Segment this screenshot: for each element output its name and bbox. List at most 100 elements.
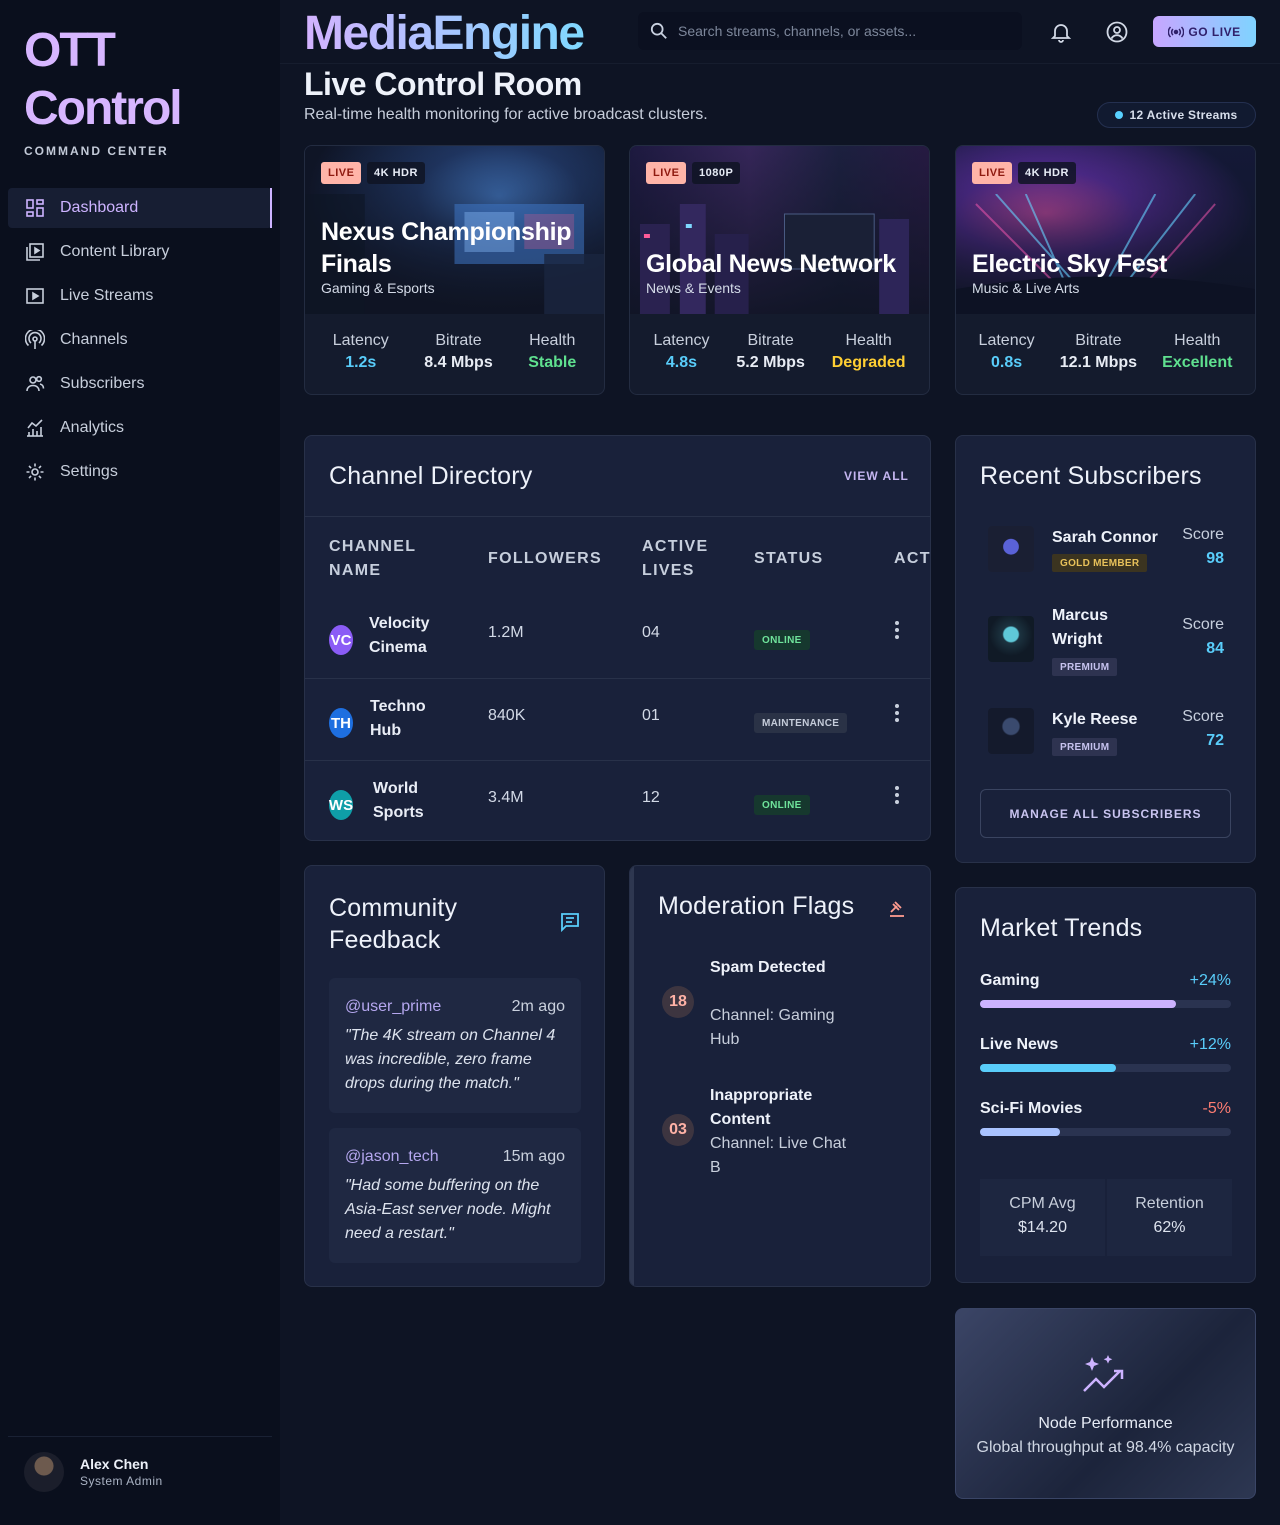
- subscriber-item[interactable]: Marcus Wright PREMIUM Score 84: [980, 604, 1232, 684]
- kpi-cpm: CPM Avg $14.20: [980, 1179, 1105, 1256]
- stream-card[interactable]: LIVE 1080P Global News Network News & Ev…: [629, 145, 930, 395]
- panel-title: Recent Subscribers: [980, 462, 1202, 490]
- health-metric: Health Excellent: [1162, 332, 1232, 372]
- bitrate-value: 5.2 Mbps: [736, 354, 805, 371]
- page-title: Live Control Room: [304, 66, 582, 102]
- sidebar-item-label: Live Streams: [60, 287, 154, 304]
- account-icon[interactable]: [1105, 20, 1129, 44]
- column-header[interactable]: FOLLOWERS: [488, 547, 602, 571]
- user-profile[interactable]: Alex Chen System Admin: [8, 1436, 272, 1506]
- flag-description: Channel: Live Chat B: [710, 1135, 847, 1176]
- bell-icon[interactable]: [1049, 20, 1073, 44]
- membership-badge: PREMIUM: [1052, 738, 1118, 756]
- sidebar-item-subscribers[interactable]: Subscribers: [8, 364, 272, 404]
- trend-bar: [980, 1128, 1231, 1136]
- market-trends-panel: Market Trends Gaming +24% Live News +12%…: [955, 887, 1256, 1283]
- more-options-icon[interactable]: [889, 783, 905, 807]
- brand-title-line2: Control: [24, 82, 183, 135]
- sidebar-item-analytics[interactable]: Analytics: [8, 408, 272, 448]
- node-performance-card[interactable]: Node Performance Global throughput at 98…: [955, 1308, 1256, 1499]
- sidebar-item-dashboard[interactable]: Dashboard: [8, 188, 272, 228]
- trend-fill: [980, 1000, 1176, 1008]
- resolution-badge: 1080P: [692, 162, 741, 184]
- panel-accent-bar: [630, 866, 634, 1286]
- trend-bar: [980, 1064, 1231, 1072]
- trend-bar: [980, 1000, 1231, 1008]
- latency-metric: Latency 0.8s: [979, 332, 1035, 372]
- sidebar-item-live-streams[interactable]: Live Streams: [8, 276, 272, 316]
- subscriber-item[interactable]: Sarah Connor GOLD MEMBER Score 98: [980, 524, 1232, 594]
- trend-label: Gaming: [980, 972, 1040, 989]
- comment-icon[interactable]: [559, 911, 581, 933]
- stream-thumbnail: LIVE 4K HDR Nexus Championship Finals Ga…: [305, 146, 604, 314]
- feedback-user[interactable]: @jason_tech: [345, 1148, 439, 1166]
- column-header[interactable]: CHANNEL NAME: [329, 535, 449, 583]
- status-badge: ONLINE: [754, 795, 810, 815]
- library-icon: [24, 241, 46, 263]
- live-badge: LIVE: [321, 162, 362, 184]
- column-header[interactable]: ACTIVE LIVES: [642, 535, 742, 583]
- feedback-item[interactable]: @jason_tech 15m ago "Had some buffering …: [329, 1128, 581, 1263]
- node-title: Node Performance: [1038, 1415, 1173, 1432]
- latency-value: 4.8s: [665, 354, 698, 371]
- stream-category: Music & Live Arts: [972, 280, 1080, 296]
- stream-card[interactable]: LIVE 4K HDR Electric Sky Fest Music & Li…: [955, 145, 1256, 395]
- stream-card[interactable]: LIVE 4K HDR Nexus Championship Finals Ga…: [304, 145, 605, 395]
- health-value: Excellent: [1162, 354, 1233, 371]
- subscriber-item[interactable]: Kyle Reese PREMIUM Score 72: [980, 704, 1232, 764]
- membership-badge: PREMIUM: [1052, 658, 1118, 676]
- bitrate-value: 12.1 Mbps: [1059, 354, 1138, 371]
- sidebar-item-label: Settings: [60, 463, 118, 480]
- table-row[interactable]: WS World Sports 3.4M 12 ONLINE: [305, 760, 930, 840]
- trend-label: Live News: [980, 1036, 1059, 1053]
- stream-title: Electric Sky Fest: [972, 250, 1168, 278]
- sidebar-item-channels[interactable]: Channels: [8, 320, 272, 360]
- status-badge: ONLINE: [754, 630, 810, 650]
- sidebar-item-content-library[interactable]: Content Library: [8, 232, 272, 272]
- column-header[interactable]: STATUS: [754, 547, 823, 571]
- health-value: Degraded: [831, 354, 906, 371]
- manage-subscribers-button[interactable]: MANAGE ALL SUBSCRIBERS: [980, 789, 1231, 838]
- bitrate-label: Bitrate: [435, 332, 482, 349]
- search-bar[interactable]: [638, 12, 1022, 50]
- sidebar-item-label: Subscribers: [60, 375, 145, 392]
- kpi-value: 62%: [1153, 1219, 1186, 1236]
- kpi-value: $14.20: [1018, 1219, 1067, 1236]
- trend-fill: [980, 1128, 1061, 1136]
- stream-thumbnail: LIVE 4K HDR Electric Sky Fest Music & Li…: [956, 146, 1255, 314]
- table-row[interactable]: TH Techno Hub 840K 01 MAINTENANCE: [305, 678, 930, 760]
- flag-title[interactable]: Inappropriate Content: [710, 1084, 850, 1132]
- go-live-button[interactable]: GO LIVE: [1153, 16, 1256, 47]
- table-row[interactable]: VC Velocity Cinema 1.2M 04 ONLINE: [305, 596, 930, 678]
- go-live-label: GO LIVE: [1188, 24, 1241, 39]
- live-badge: LIVE: [646, 162, 687, 184]
- kpi-label: CPM Avg: [1009, 1195, 1076, 1212]
- view-all-link[interactable]: VIEW ALL: [844, 469, 909, 483]
- more-options-icon[interactable]: [889, 618, 905, 642]
- latency-metric: Latency 4.8s: [653, 332, 709, 372]
- subscriber-name: Marcus Wright: [1052, 607, 1109, 648]
- followers-cell: 3.4M: [488, 789, 524, 806]
- trend-value: +24%: [1189, 972, 1231, 989]
- panel-title: Market Trends: [980, 914, 1143, 942]
- flag-count: 18: [662, 986, 694, 1018]
- feedback-user[interactable]: @user_prime: [345, 998, 441, 1016]
- channel-name: Techno Hub: [370, 698, 426, 739]
- search-input[interactable]: [678, 23, 998, 39]
- node-subtitle: Global throughput at 98.4% capacity: [976, 1439, 1235, 1456]
- feedback-time: 2m ago: [511, 998, 565, 1015]
- stream-metrics: Latency 4.8s Bitrate 5.2 Mbps Health Deg…: [630, 332, 929, 372]
- page-subtitle: Real-time health monitoring for active b…: [304, 106, 708, 123]
- subscriber-name: Sarah Connor: [1052, 529, 1158, 546]
- column-header[interactable]: ACT: [894, 547, 930, 571]
- more-options-icon[interactable]: [889, 701, 905, 725]
- gavel-icon[interactable]: [886, 898, 908, 920]
- trend-value: +12%: [1189, 1036, 1231, 1053]
- subscriber-avatar: [988, 616, 1034, 662]
- flag-title[interactable]: Spam Detected: [710, 956, 850, 980]
- feedback-text: "The 4K stream on Channel 4 was incredib…: [345, 1027, 556, 1092]
- feedback-item[interactable]: @user_prime 2m ago "The 4K stream on Cha…: [329, 978, 581, 1113]
- sidebar-item-settings[interactable]: Settings: [8, 452, 272, 492]
- sidebar-item-label: Channels: [60, 331, 128, 348]
- panel-title: Channel Directory: [329, 462, 533, 490]
